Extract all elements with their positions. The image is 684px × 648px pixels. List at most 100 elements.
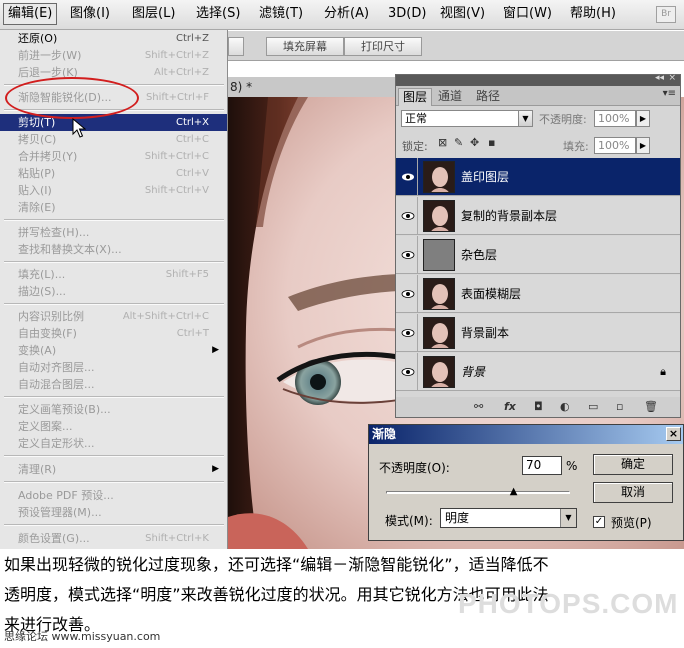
menu-item-paste[interactable]: 粘贴(P) Ctrl+V [0, 165, 227, 182]
tab-paths[interactable]: 路径 [472, 88, 504, 106]
menu-item-clear[interactable]: 清除(E) [0, 199, 227, 216]
menu-item-auto-blend-layers[interactable]: 自动混合图层... [0, 376, 227, 393]
layer-mask-icon[interactable]: ◘ [534, 400, 543, 413]
menu-item-step-forward[interactable]: 前进一步(W) Shift+Ctrl+Z [0, 47, 227, 64]
menu-item-check-spelling[interactable]: 拼写检查(H)... [0, 224, 227, 241]
menu-item-stroke[interactable]: 描边(S)... [0, 283, 227, 300]
fill-slider-arrow-icon[interactable]: ▶ [636, 137, 650, 154]
new-layer-icon[interactable]: ▫ [616, 400, 623, 413]
layer-row-surface-blur[interactable]: 表面模糊层 [396, 275, 680, 313]
opacity-input[interactable]: 100% [594, 110, 636, 127]
menu-image[interactable]: 图像(I) [66, 3, 114, 25]
layer-name[interactable]: 盖印图层 [461, 158, 509, 196]
layer-name[interactable]: 背景 [461, 353, 485, 391]
lock-image-icon[interactable]: ✎ [454, 136, 463, 149]
menu-edit[interactable]: 编辑(E) [3, 3, 58, 25]
eye-icon[interactable] [398, 197, 418, 235]
opacity-slider-thumb[interactable]: ▲ [510, 486, 518, 497]
menu-analysis[interactable]: 分析(A) [320, 3, 373, 25]
lock-icon: 🔒︎ [660, 365, 666, 378]
menu-item-preset-manager[interactable]: 预设管理器(M)... [0, 504, 227, 521]
panel-titlebar[interactable]: ◂◂ × [396, 73, 680, 86]
close-panel-icon[interactable]: × [668, 73, 676, 83]
tab-channels[interactable]: 通道 [434, 88, 466, 106]
menu-item-auto-align-layers[interactable]: 自动对齐图层... [0, 359, 227, 376]
menu-item-transform[interactable]: 变换(A) ▶ [0, 342, 227, 359]
adjustment-layer-icon[interactable]: ◐ [560, 400, 570, 413]
dialog-title[interactable]: 渐隐 [369, 425, 683, 444]
menu-item-purge[interactable]: 清理(R) ▶ [0, 461, 227, 478]
layer-name[interactable]: 杂色层 [461, 236, 497, 274]
menu-item-step-backward[interactable]: 后退一步(K) Alt+Ctrl+Z [0, 64, 227, 81]
menu-item-copy[interactable]: 拷贝(C) Ctrl+C [0, 131, 227, 148]
print-size-button[interactable]: 打印尺寸 [344, 37, 422, 56]
layer-row-background[interactable]: 背景 🔒︎ [396, 353, 680, 391]
opacity-slider-track[interactable] [386, 491, 570, 494]
collapse-icon[interactable]: ◂◂ [655, 73, 664, 83]
layer-row-copied-bg[interactable]: 复制的背景副本层 [396, 197, 680, 235]
lock-position-icon[interactable]: ✥ [470, 136, 479, 149]
layer-row-stamp[interactable]: 盖印图层 [396, 158, 680, 196]
eye-icon[interactable] [398, 158, 418, 196]
trash-icon[interactable]: 🗑︎ [644, 400, 658, 413]
ok-button[interactable]: 确定 [593, 454, 673, 475]
chevron-down-icon: ▼ [560, 509, 576, 527]
layer-row-bg-copy[interactable]: 背景副本 [396, 314, 680, 352]
menu-separator [4, 524, 224, 526]
close-icon[interactable]: × [666, 427, 681, 441]
menu-item-cut[interactable]: 剪切(T) Ctrl+X [0, 114, 227, 131]
menu-view[interactable]: 视图(V) [436, 3, 489, 25]
eye-icon[interactable] [398, 353, 418, 391]
menu-item-define-pattern[interactable]: 定义图案... [0, 418, 227, 435]
lock-transparent-icon[interactable]: ⊠ [438, 136, 447, 149]
layers-panel: ◂◂ × 图层 通道 路径 ▾≡ 正常 ▼ 不透明度: 100% ▶ 锁定: ⊠ … [395, 73, 681, 418]
menu-item-fill[interactable]: 填充(L)... Shift+F5 [0, 266, 227, 283]
mode-label: 模式(M): [385, 514, 433, 528]
menu-item-find-replace[interactable]: 查找和替换文本(X)... [0, 241, 227, 258]
menu-item-paste-into[interactable]: 贴入(I) Shift+Ctrl+V [0, 182, 227, 199]
menu-help[interactable]: 帮助(H) [566, 3, 620, 25]
eye-icon[interactable] [398, 314, 418, 352]
mode-select[interactable]: 明度 ▼ [440, 508, 577, 528]
lock-all-icon[interactable]: ▪ [488, 136, 495, 149]
preview-label: 预览(P) [611, 516, 652, 530]
new-group-icon[interactable]: ▭ [588, 400, 598, 413]
layer-name[interactable]: 背景副本 [461, 314, 509, 352]
menu-item-free-transform[interactable]: 自由变换(F) Ctrl+T [0, 325, 227, 342]
eye-icon[interactable] [398, 275, 418, 313]
menu-separator [4, 219, 224, 221]
layer-thumbnail [423, 356, 455, 388]
blend-mode-select[interactable]: 正常 ▼ [401, 110, 533, 127]
menu-filter[interactable]: 滤镜(T) [255, 3, 307, 25]
menu-separator [4, 481, 224, 483]
panel-tabs: 图层 通道 路径 ▾≡ [396, 86, 680, 106]
bridge-icon[interactable]: Br [656, 6, 676, 23]
opacity-slider-arrow-icon[interactable]: ▶ [636, 110, 650, 127]
eye-icon[interactable] [398, 236, 418, 274]
document-tab[interactable]: 8) * [228, 77, 398, 97]
link-layers-icon[interactable]: ⚯ [474, 400, 483, 413]
layer-row-noise[interactable]: 杂色层 [396, 236, 680, 274]
panel-menu-icon[interactable]: ▾≡ [663, 88, 676, 99]
menu-item-pdf-presets[interactable]: Adobe PDF 预设... [0, 487, 227, 504]
menu-item-content-aware-scale[interactable]: 内容识别比例 Alt+Shift+Ctrl+C [0, 308, 227, 325]
menu-select[interactable]: 选择(S) [192, 3, 244, 25]
fill-screen-button[interactable]: 填充屏幕 [266, 37, 344, 56]
menu-3d[interactable]: 3D(D) [384, 3, 430, 25]
opacity-input[interactable]: 70 [522, 456, 562, 475]
layer-name[interactable]: 表面模糊层 [461, 275, 521, 313]
layer-style-icon[interactable]: fx [504, 400, 516, 413]
preview-checkbox[interactable]: ✓ [593, 516, 605, 528]
layer-name[interactable]: 复制的背景副本层 [461, 197, 557, 235]
menu-item-define-brush[interactable]: 定义画笔预设(B)... [0, 401, 227, 418]
tab-layers[interactable]: 图层 [398, 88, 433, 106]
cancel-button[interactable]: 取消 [593, 482, 673, 503]
menu-item-undo[interactable]: 还原(O) Ctrl+Z [0, 30, 227, 47]
actual-pixels-button[interactable] [228, 37, 244, 56]
menu-layer[interactable]: 图层(L) [128, 3, 179, 25]
menu-item-define-custom-shape[interactable]: 定义自定形状... [0, 435, 227, 452]
fill-input[interactable]: 100% [594, 137, 636, 154]
menu-item-copy-merged[interactable]: 合并拷贝(Y) Shift+Ctrl+C [0, 148, 227, 165]
menu-item-color-settings[interactable]: 颜色设置(G)... Shift+Ctrl+K [0, 530, 227, 547]
menu-window[interactable]: 窗口(W) [499, 3, 556, 25]
